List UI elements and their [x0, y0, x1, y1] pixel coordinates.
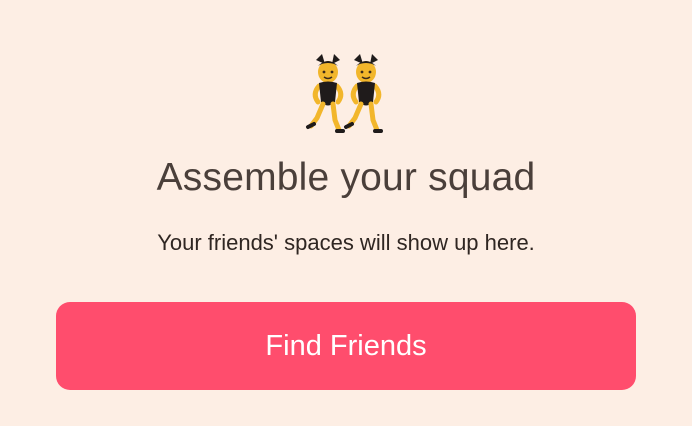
- empty-state-title: Assemble your squad: [156, 156, 536, 199]
- empty-state-subtitle: Your friends' spaces will show up here.: [157, 230, 535, 255]
- people-with-bunny-ears-icon: [304, 52, 390, 136]
- empty-state: Assemble your squad Your friends' spaces…: [0, 0, 692, 426]
- left-dancer: [306, 54, 345, 133]
- find-friends-button[interactable]: Find Friends: [56, 302, 636, 390]
- right-dancer: [344, 54, 383, 133]
